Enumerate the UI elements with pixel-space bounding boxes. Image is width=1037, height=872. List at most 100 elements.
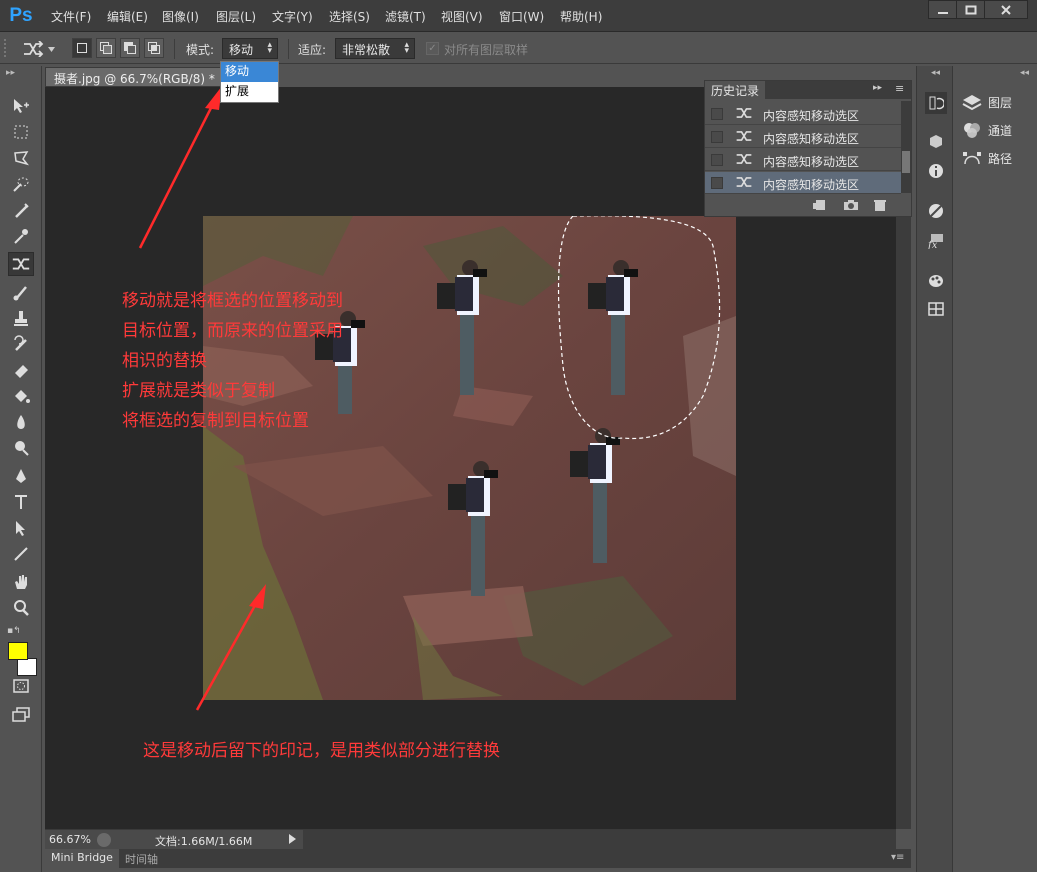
sample-all-layers-checkbox[interactable]: ✓	[426, 42, 439, 55]
layers-panel-button[interactable]: 图层	[962, 91, 1012, 113]
lasso-tool[interactable]	[8, 146, 34, 170]
dodge-tool[interactable]	[8, 436, 34, 460]
mode-label: 模式:	[186, 43, 215, 57]
intersect-selection-button[interactable]	[144, 38, 164, 58]
history-tab[interactable]: 历史记录	[705, 81, 766, 99]
scroll-thumb[interactable]	[902, 151, 910, 173]
collapse-icon[interactable]: ▸▸	[873, 83, 882, 93]
menu-file[interactable]: 文件(F)	[51, 8, 91, 25]
menu-image[interactable]: 图像(I)	[162, 8, 199, 25]
eraser-tool[interactable]	[8, 358, 34, 382]
maximize-icon	[965, 5, 977, 14]
history-item-label: 内容感知移动选区	[763, 109, 860, 123]
quick-select-tool[interactable]	[8, 172, 34, 196]
move-tool[interactable]	[8, 94, 34, 118]
collapse-icon[interactable]: ◂◂	[1020, 68, 1029, 78]
quick-mask-button[interactable]	[8, 674, 34, 698]
subtract-selection-button[interactable]	[120, 38, 140, 58]
status-menu-arrow-icon[interactable]	[289, 834, 296, 844]
paint-bucket-tool[interactable]	[8, 384, 34, 408]
history-item-selected[interactable]: 内容感知移动选区	[705, 172, 901, 194]
collapse-tools-icon[interactable]: ▸▸	[6, 68, 15, 78]
foreground-color-swatch[interactable]	[8, 642, 28, 660]
history-checkbox[interactable]	[711, 131, 723, 143]
status-info-icon[interactable]	[97, 833, 111, 847]
history-brush-tool[interactable]	[8, 332, 34, 356]
horizontal-scrollbar[interactable]	[303, 830, 896, 849]
collapse-icon[interactable]: ◂◂	[931, 68, 940, 78]
channels-panel-button[interactable]: 通道	[962, 119, 1012, 141]
type-tool[interactable]	[8, 490, 34, 514]
styles-panel-button[interactable]: fx	[925, 230, 947, 252]
adjustments-panel-button[interactable]	[925, 200, 947, 222]
history-item[interactable]: 内容感知移动选区	[705, 103, 901, 125]
mode-select[interactable]: 移动 ▴ ▾	[222, 38, 278, 59]
zoom-level[interactable]: 66.67%	[49, 833, 91, 846]
zoom-icon	[14, 600, 29, 616]
minimize-button[interactable]	[928, 0, 958, 19]
panel-menu-icon[interactable]: ▾≡	[891, 852, 904, 863]
zoom-tool[interactable]	[8, 596, 34, 620]
content-aware-move-tool[interactable]	[8, 252, 34, 276]
tab-timeline[interactable]: 时间轴	[119, 849, 164, 868]
paths-panel-button[interactable]: 路径	[962, 147, 1012, 169]
screen-mode-button[interactable]	[8, 702, 34, 726]
history-checkbox[interactable]	[711, 177, 723, 189]
document-tab[interactable]: 摄者.jpg @ 66.7%(RGB/8) * ×	[45, 67, 235, 87]
grid-panel-button[interactable]	[925, 298, 947, 320]
history-item[interactable]: 内容感知移动选区	[705, 126, 901, 148]
menu-filter[interactable]: 滤镜(T)	[385, 8, 426, 25]
options-bar: 模式: 移动 ▴ ▾ 适应: 非常松散 ▴ ▾ ✓ 对所有图层取样	[0, 33, 1037, 64]
tool-preset-picker[interactable]	[22, 39, 62, 59]
cube-icon	[930, 135, 942, 148]
bottom-panel-tabs: Mini Bridge 时间轴 ▾≡	[45, 849, 911, 868]
doc-size: 文档:1.66M/1.66M	[155, 835, 253, 848]
crop-tool[interactable]	[8, 198, 34, 222]
menu-edit[interactable]: 编辑(E)	[107, 8, 148, 25]
menu-view[interactable]: 视图(V)	[441, 8, 483, 25]
layers-channels-paths-panel: ◂◂ 图层 通道 路径	[954, 66, 1037, 872]
tab-mini-bridge[interactable]: Mini Bridge	[45, 849, 119, 868]
dropdown-option-extend[interactable]: 扩展	[221, 82, 278, 102]
add-selection-button[interactable]	[96, 38, 116, 58]
menu-window[interactable]: 窗口(W)	[499, 8, 544, 25]
new-document-icon[interactable]	[813, 199, 827, 211]
pen-tool[interactable]	[8, 464, 34, 488]
history-panel-button[interactable]	[925, 92, 947, 114]
history-checkbox[interactable]	[711, 154, 723, 166]
menu-type[interactable]: 文字(Y)	[272, 8, 313, 25]
line-tool[interactable]	[8, 542, 34, 566]
trash-icon[interactable]	[873, 199, 887, 211]
3d-panel-button[interactable]	[925, 130, 947, 152]
adapt-select[interactable]: 非常松散 ▴ ▾	[335, 38, 415, 59]
eyedropper-icon	[14, 229, 28, 244]
new-selection-button[interactable]	[72, 38, 92, 58]
info-panel-button[interactable]	[925, 160, 947, 182]
panel-menu-icon[interactable]: ≡	[895, 82, 904, 95]
close-window-button[interactable]	[984, 0, 1028, 19]
menu-bar: Ps 文件(F) 编辑(E) 图像(I) 图层(L) 文字(Y) 选择(S) 滤…	[0, 0, 1037, 32]
hand-tool[interactable]	[8, 570, 34, 594]
history-scrollbar[interactable]	[901, 101, 911, 193]
history-checkbox[interactable]	[711, 108, 723, 120]
mode-dropdown-list: 移动 扩展	[220, 61, 279, 103]
hand-icon	[15, 575, 27, 589]
blur-tool[interactable]	[8, 410, 34, 434]
eyedropper-tool[interactable]	[8, 224, 34, 248]
menu-layer[interactable]: 图层(L)	[216, 8, 256, 25]
dropdown-option-move[interactable]: 移动	[221, 62, 278, 82]
paint-bucket-icon	[15, 390, 30, 403]
snapshot-icon[interactable]	[843, 199, 859, 211]
maximize-button[interactable]	[956, 0, 986, 19]
clone-stamp-tool[interactable]	[8, 306, 34, 330]
history-item[interactable]: 内容感知移动选区	[705, 149, 901, 171]
path-select-tool[interactable]	[8, 516, 34, 540]
brush-tool[interactable]	[8, 280, 34, 304]
menu-select[interactable]: 选择(S)	[329, 8, 370, 25]
status-bar: 66.67% 文档:1.66M/1.66M	[45, 829, 896, 849]
swatches-panel-button[interactable]	[925, 270, 947, 292]
subtract-selection-icon	[124, 42, 136, 54]
default-colors-icon[interactable]: ▪↰	[7, 626, 21, 636]
menu-help[interactable]: 帮助(H)	[560, 8, 602, 25]
marquee-tool[interactable]	[8, 120, 34, 144]
